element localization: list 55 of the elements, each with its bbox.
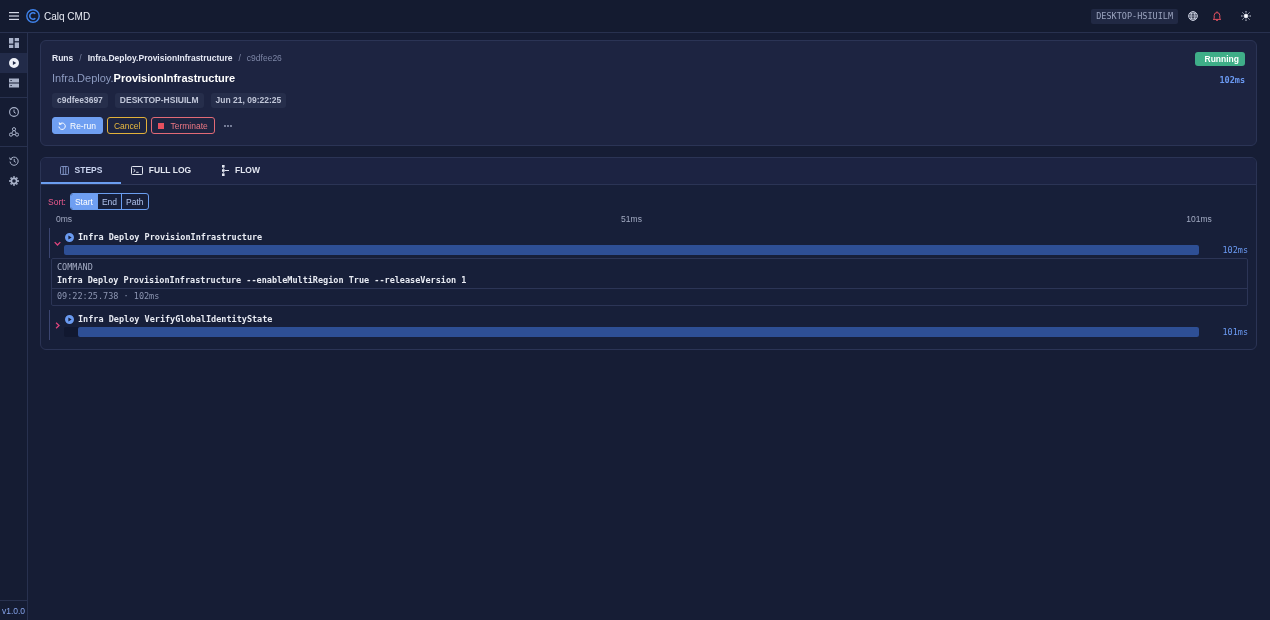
history-icon (8, 156, 19, 166)
gear-icon (8, 176, 19, 186)
run-title: Infra.Deploy.ProvisionInfrastructure (52, 71, 236, 85)
breadcrumb-separator: / (79, 52, 82, 63)
status-badge: Running (1194, 52, 1245, 66)
sort-label: Sort: (48, 196, 66, 207)
action-button[interactable]: Cancel (107, 117, 148, 134)
meta-chip: Jun 21, 09:22:25 (210, 93, 287, 108)
step-duration: 101ms (1222, 326, 1248, 338)
breadcrumb-link[interactable]: Infra.Deploy.ProvisionInfrastructure (87, 52, 233, 63)
scale-label: 101ms (1186, 214, 1212, 225)
command-text: Infra Deploy ProvisionInfrastructure --enableMultiRegion True --releaseVersion 1 (57, 274, 467, 286)
action-button[interactable]: Terminate (151, 117, 215, 134)
step-name: Infra Deploy VerifyGlobalIdentityState (78, 314, 273, 324)
network-icon (8, 127, 19, 137)
breadcrumb-current: c9dfee26 (246, 52, 282, 63)
server-icon (8, 78, 19, 88)
terminal-icon (130, 165, 143, 175)
globe-icon[interactable] (1188, 11, 1198, 21)
columns-icon (59, 165, 69, 175)
clock-icon (8, 107, 19, 117)
menu-icon[interactable] (9, 12, 19, 20)
step-duration: 102ms (1222, 244, 1248, 256)
nav-button[interactable] (0, 53, 27, 73)
flow-icon (222, 164, 229, 176)
host-badge: DESKTOP-HSIUILM (1091, 8, 1178, 24)
refresh-icon (58, 121, 66, 130)
sort-option[interactable]: Path (121, 194, 148, 209)
bell-icon[interactable] (1212, 11, 1222, 21)
version-label: v1.0.0 (1, 605, 26, 616)
chevron-right-icon[interactable] (53, 321, 61, 329)
dashboard-icon (8, 38, 19, 48)
scale-label: 0ms (55, 214, 73, 225)
play-icon (65, 232, 74, 242)
tab[interactable]: FULL LOG (121, 158, 201, 184)
step-name: Infra Deploy ProvisionInfrastructure (78, 232, 263, 242)
sort-option[interactable]: End (96, 194, 122, 209)
more-icon[interactable] (223, 124, 232, 127)
sun-icon[interactable] (1241, 11, 1251, 21)
command-meta: 09:22:25.738 · 102ms (57, 291, 160, 302)
play-icon (65, 314, 74, 324)
breadcrumb-separator: / (238, 52, 241, 63)
breadcrumb-link[interactable]: Runs (52, 52, 74, 63)
command-label: COMMAND (57, 262, 93, 273)
app-title: Calq CMD (44, 10, 91, 22)
duration-text: 102ms (1219, 74, 1245, 86)
tab[interactable]: FLOW (201, 158, 281, 184)
scale-label: 51ms (621, 214, 642, 225)
logo-icon (26, 9, 40, 23)
play-icon (8, 58, 19, 68)
stop-icon (158, 122, 165, 129)
meta-chip: c9dfee3697 (52, 93, 108, 108)
chevron-down-icon[interactable] (53, 239, 61, 247)
meta-chip: DESKTOP-HSIUILM (114, 93, 204, 108)
tab[interactable]: STEPS (41, 158, 121, 184)
